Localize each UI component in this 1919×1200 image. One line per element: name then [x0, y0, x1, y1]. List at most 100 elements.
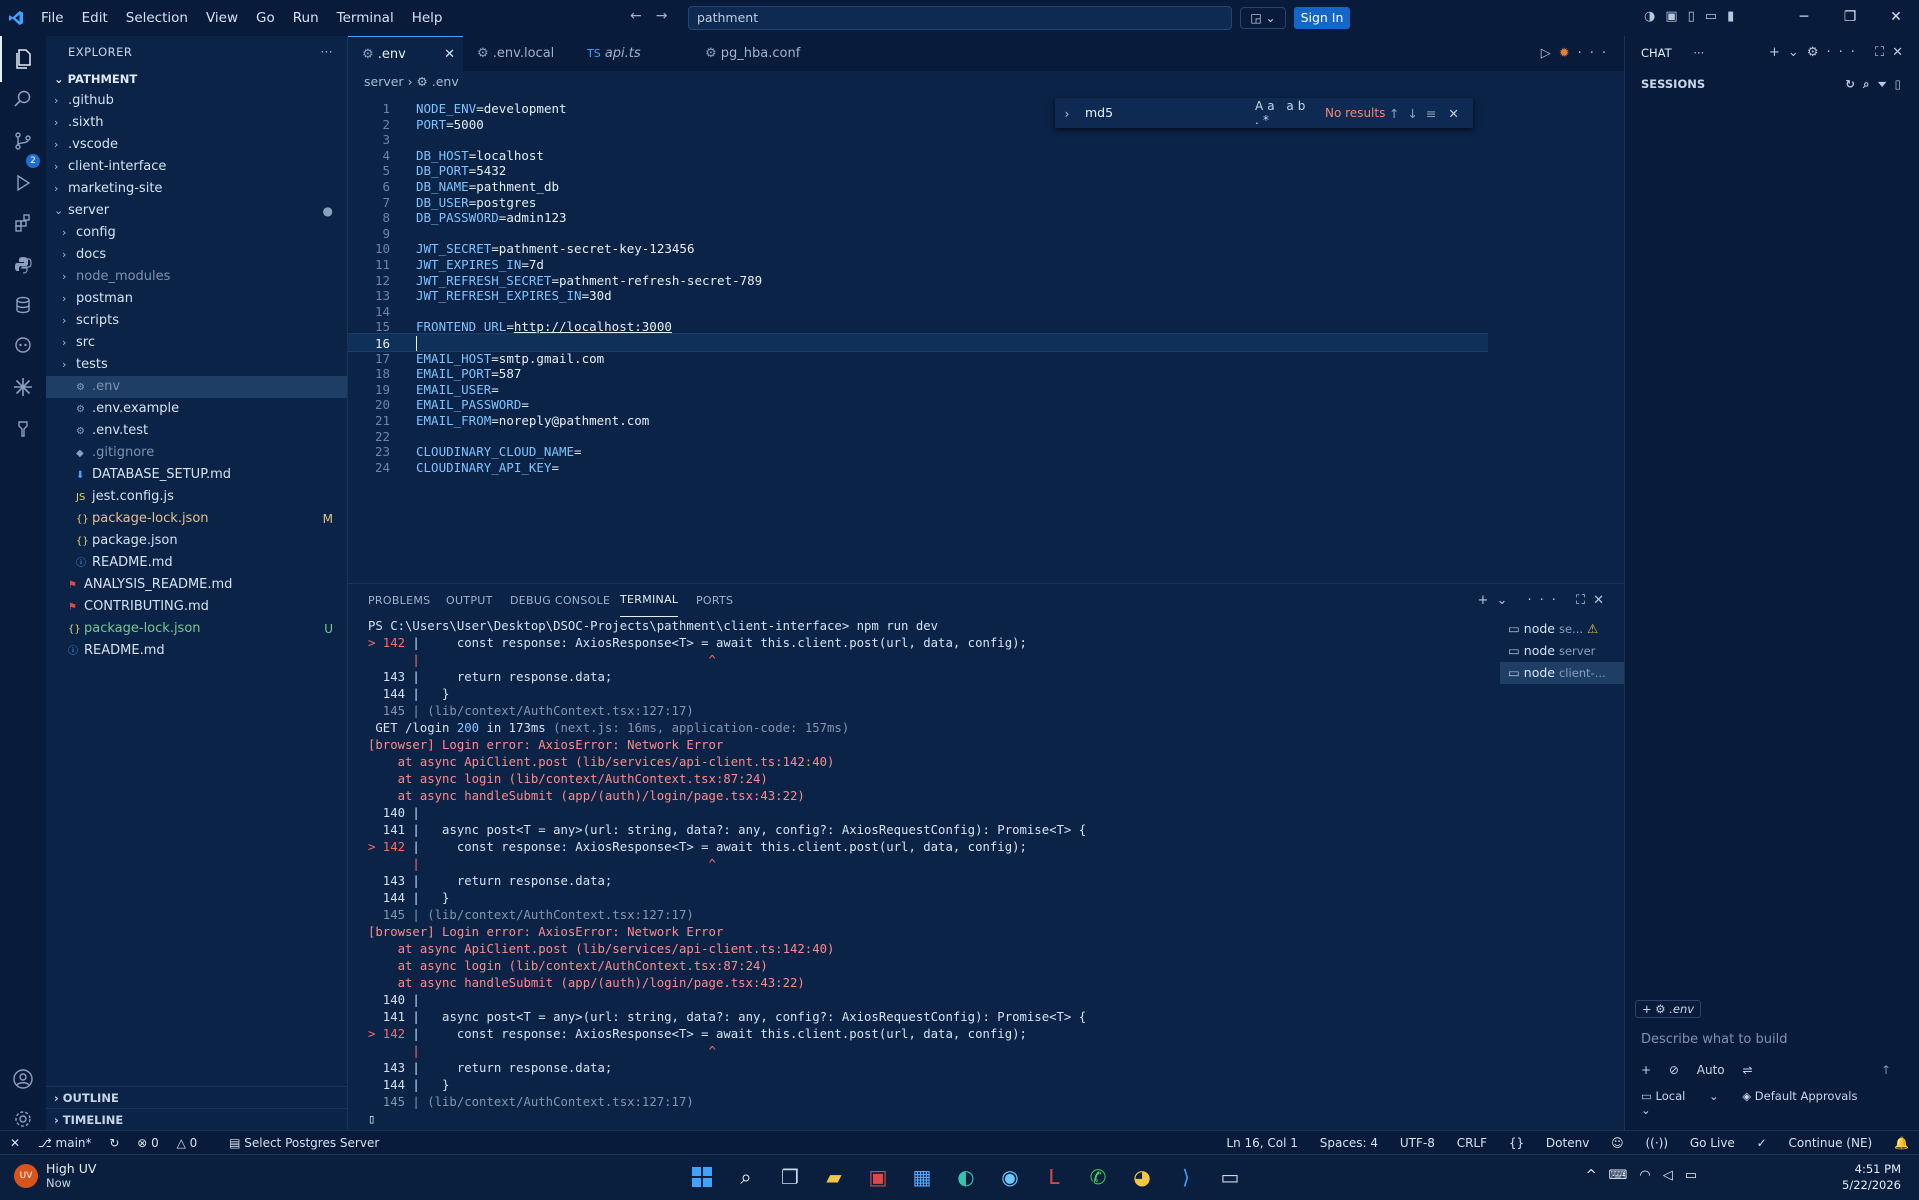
- tab-terminal[interactable]: TERMINAL: [620, 584, 679, 617]
- workspace-folder[interactable]: ⌄ PATHMENT: [46, 68, 347, 90]
- go-live[interactable]: ((·)) Go Live: [1645, 1136, 1734, 1150]
- whatsapp-icon[interactable]: ✆: [1076, 1161, 1120, 1193]
- menu-go[interactable]: Go: [247, 0, 284, 36]
- more-icon[interactable]: ···: [1578, 46, 1614, 61]
- timeline-section[interactable]: › TIMELINE: [46, 1108, 347, 1130]
- terminal-output[interactable]: PS C:\Users\User\Desktop\DSOC-Projects\p…: [348, 618, 1488, 1128]
- folder-item[interactable]: ⌄ server ●: [46, 200, 347, 222]
- sixth-ai-icon[interactable]: [0, 364, 46, 410]
- tools-icon[interactable]: ⊘: [1669, 1063, 1679, 1077]
- file-item[interactable]: ⬇ DATABASE_SETUP.md: [46, 464, 347, 486]
- add-icon[interactable]: +: [1641, 1063, 1651, 1077]
- vscode-taskbar-icon[interactable]: ⟩: [1164, 1161, 1208, 1193]
- search-icon[interactable]: ⌕: [724, 1161, 768, 1193]
- remote-icon[interactable]: ✕: [10, 1136, 20, 1150]
- tab-debug-console[interactable]: DEBUG CONSOLE: [510, 584, 610, 618]
- file-item[interactable]: ⚙ .env: [46, 376, 347, 398]
- code-editor[interactable]: 1 NODE_ENV=development 2 PORT=5000 3 4 DB_HOST…: [348, 93, 1624, 580]
- chrome-icon[interactable]: ◕: [1120, 1161, 1164, 1193]
- file-item[interactable]: {} package.json: [46, 530, 347, 552]
- context-chip[interactable]: + ⚙ .env: [1635, 1000, 1702, 1018]
- mode-picker[interactable]: Auto: [1697, 1063, 1725, 1077]
- search-icon[interactable]: [0, 76, 46, 122]
- file-item[interactable]: ⚑ CONTRIBUTING.md: [46, 596, 347, 618]
- toggle-replace-icon[interactable]: ›: [1055, 106, 1079, 121]
- folder-item[interactable]: › scripts: [46, 310, 347, 332]
- sessions-actions[interactable]: ↻⌕⏷▯: [1845, 70, 1909, 98]
- menu-terminal[interactable]: Terminal: [328, 0, 403, 36]
- clock[interactable]: 4:51 PM 5/22/2026: [1842, 1161, 1901, 1193]
- tab-api-ts[interactable]: TS api.ts: [573, 36, 691, 71]
- breadcrumb-folder[interactable]: server: [364, 74, 404, 89]
- copilot-menu-button[interactable]: ◲ ⌄: [1240, 7, 1286, 29]
- close-icon[interactable]: ✕: [444, 37, 455, 72]
- terminal-taskbar-icon[interactable]: ▭: [1208, 1161, 1252, 1193]
- lens-icon[interactable]: L: [1032, 1161, 1076, 1193]
- breadcrumb-file[interactable]: .env: [432, 74, 459, 89]
- language-mode[interactable]: {} Dotenv: [1509, 1136, 1589, 1150]
- tab-pg-hba[interactable]: ⚙ pg_hba.conf: [691, 36, 821, 71]
- copilot-status-icon[interactable]: ☺: [1611, 1136, 1624, 1150]
- restore-icon[interactable]: ❐: [1827, 0, 1873, 34]
- cursor-position[interactable]: Ln 16, Col 1: [1226, 1136, 1298, 1150]
- file-item[interactable]: JS jest.config.js: [46, 486, 347, 508]
- continue-item[interactable]: ✓ Continue (NE): [1757, 1136, 1873, 1150]
- file-item[interactable]: ⓘ README.md: [46, 640, 347, 662]
- forward-icon[interactable]: →: [656, 8, 668, 24]
- location-picker[interactable]: ▭ Local ⌄: [1641, 1089, 1719, 1103]
- folder-item[interactable]: › .sixth: [46, 112, 347, 134]
- file-explorer-icon[interactable]: ▰: [812, 1161, 856, 1193]
- file-item[interactable]: ◆ .gitignore: [46, 442, 347, 464]
- tab-problems[interactable]: PROBLEMS: [368, 584, 430, 618]
- tab-env-local[interactable]: ⚙ .env.local: [463, 36, 573, 71]
- close-find-icon[interactable]: ✕: [1448, 106, 1458, 121]
- toolbox-icon[interactable]: ▣: [856, 1161, 900, 1193]
- editor-actions[interactable]: ▷✹···: [1541, 36, 1614, 71]
- folder-item[interactable]: › client-interface: [46, 156, 347, 178]
- more-actions-icon[interactable]: ···: [321, 36, 333, 68]
- folder-item[interactable]: › src: [46, 332, 347, 354]
- folder-item[interactable]: › .github: [46, 90, 347, 112]
- problems-item[interactable]: ⊗ 0 △ 0: [137, 1136, 211, 1150]
- find-nav-buttons[interactable]: ↑↓≡: [1389, 106, 1444, 121]
- tab-output[interactable]: OUTPUT: [446, 584, 493, 618]
- panel-actions[interactable]: +⌄ ··· ⛶✕: [1478, 584, 1612, 618]
- run-icon[interactable]: ▷: [1541, 46, 1559, 61]
- notifications-icon[interactable]: 🔔: [1894, 1136, 1909, 1150]
- edge-icon[interactable]: ◐: [944, 1161, 988, 1193]
- line-ending[interactable]: CRLF: [1457, 1136, 1487, 1150]
- sixth-icon[interactable]: ✹: [1559, 46, 1578, 61]
- tab-ports[interactable]: PORTS: [696, 584, 733, 618]
- layout-controls[interactable]: ◑▣▯▭▮: [1644, 9, 1744, 24]
- command-center-search[interactable]: pathment: [688, 6, 1232, 30]
- find-input[interactable]: md5: [1079, 102, 1255, 124]
- browser-icon[interactable]: ◉: [988, 1161, 1032, 1193]
- file-item[interactable]: ⚙ .env.test: [46, 420, 347, 442]
- file-item[interactable]: {} package-lock.json U: [46, 618, 347, 640]
- chat-input[interactable]: Describe what to build: [1635, 1032, 1909, 1047]
- outline-section[interactable]: › OUTLINE: [46, 1086, 347, 1108]
- terminal-instance[interactable]: ▭ node client-...: [1500, 662, 1624, 684]
- folder-item[interactable]: › tests: [46, 354, 347, 376]
- config-icon[interactable]: ⇌: [1742, 1063, 1752, 1077]
- sign-in-button[interactable]: Sign In: [1294, 7, 1350, 29]
- terminal-instance[interactable]: ▭ node server: [1500, 640, 1624, 662]
- menu-run[interactable]: Run: [284, 0, 328, 36]
- encoding[interactable]: UTF-8: [1400, 1136, 1435, 1150]
- extensions-icon[interactable]: [0, 200, 46, 246]
- file-item[interactable]: {} package-lock.json M: [46, 508, 347, 530]
- send-icon[interactable]: ↑: [1881, 1063, 1891, 1077]
- close-window-icon[interactable]: ✕: [1873, 0, 1919, 34]
- folder-item[interactable]: › postman: [46, 288, 347, 310]
- folder-item[interactable]: › marketing-site: [46, 178, 347, 200]
- menu-file[interactable]: File: [32, 0, 73, 36]
- chat-actions[interactable]: +⌄⚙··· ⛶✕: [1769, 36, 1911, 70]
- folder-item[interactable]: › node_modules: [46, 266, 347, 288]
- menu-help[interactable]: Help: [403, 0, 452, 36]
- folder-item[interactable]: › docs: [46, 244, 347, 266]
- back-icon[interactable]: ←: [630, 8, 642, 24]
- menu-edit[interactable]: Edit: [73, 0, 117, 36]
- file-item[interactable]: ⚑ ANALYSIS_README.md: [46, 574, 347, 596]
- tab-env[interactable]: ⚙ .env ✕: [348, 36, 463, 71]
- start-icon[interactable]: [680, 1161, 724, 1193]
